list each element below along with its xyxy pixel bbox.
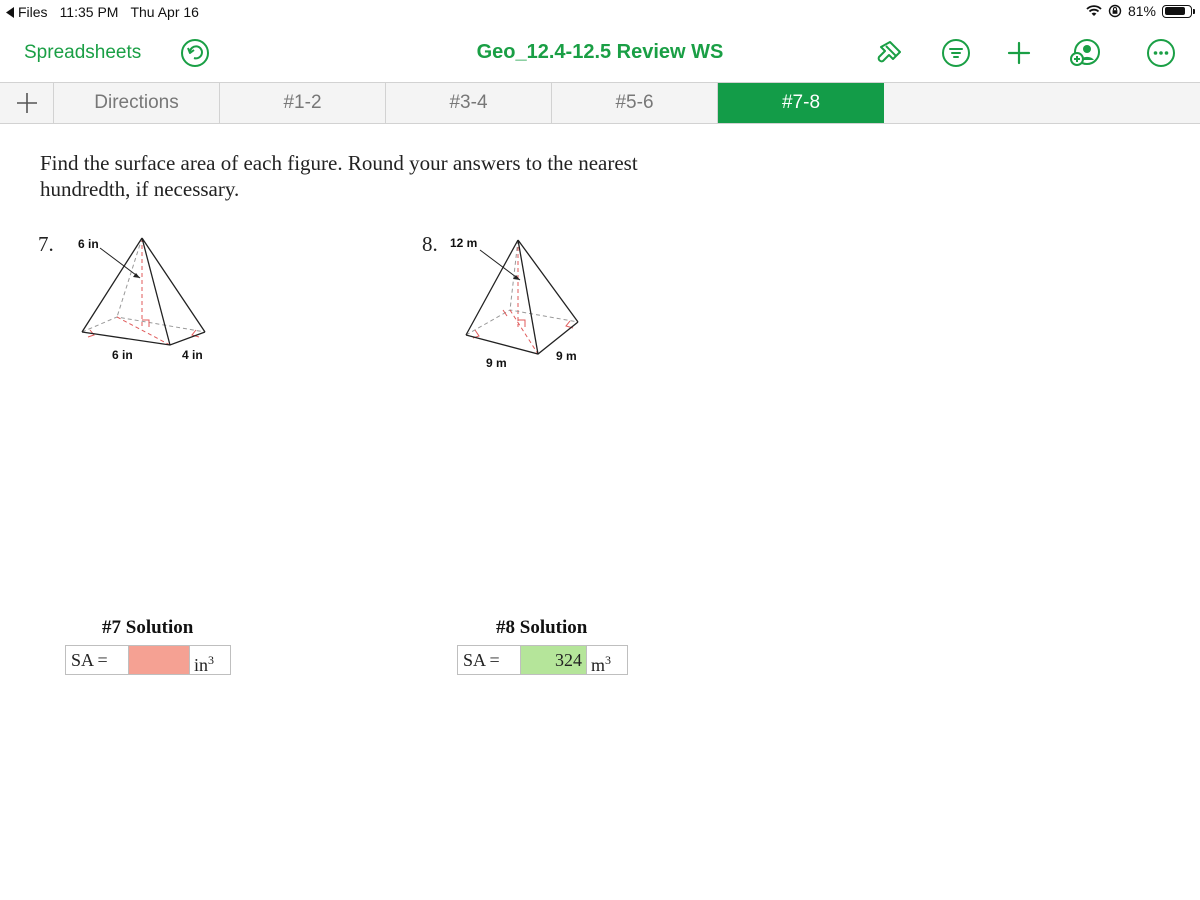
problem-7-unit: in (194, 655, 209, 675)
battery-icon (1162, 4, 1195, 18)
problem-8-pyramid-figure: 12 m 9 m 9 m (450, 236, 579, 370)
tab-1-2[interactable]: #1-2 (220, 83, 386, 123)
problem-8-sa-label[interactable]: SA = (457, 645, 521, 675)
tab-directions[interactable]: Directions (54, 83, 220, 123)
problem-7-answer-cell[interactable] (128, 645, 190, 675)
paintbrush-icon[interactable] (874, 38, 904, 68)
status-time: 11:35 PM (59, 4, 119, 20)
orientation-lock-icon (1108, 4, 1122, 18)
sheet-tab-bar: Directions #1-2 #3-4 #5-6 #7-8 (0, 82, 1200, 124)
problem-7-solution-table: SA = in3 (65, 645, 231, 675)
plus-icon[interactable] (1004, 38, 1034, 68)
problem-7-slant-label: 6 in (78, 237, 99, 251)
sheet-canvas: Find the surface area of each figure. Ro… (0, 124, 1200, 900)
problem-8-unit-cell[interactable]: m3 (586, 645, 628, 675)
collaborate-icon[interactable] (1070, 38, 1100, 68)
problem-8-slant-label: 12 m (450, 236, 477, 250)
problem-7-number: 7. (38, 232, 54, 256)
problem-7-pyramid-figure: 6 in 6 in 4 in (78, 237, 206, 362)
status-bar: Files 11:35 PM Thu Apr 16 81% (0, 0, 1200, 24)
problem-7-unit-cell[interactable]: in3 (189, 645, 231, 675)
tab-7-8[interactable]: #7-8 (718, 83, 884, 123)
filter-icon[interactable] (941, 38, 971, 68)
instructions-text: Find the surface area of each figure. Ro… (40, 151, 638, 201)
problem-8-base-side-label: 9 m (556, 349, 577, 363)
problem-7-unit-exponent: 3 (208, 653, 215, 667)
add-sheet-button[interactable] (0, 83, 54, 123)
more-icon[interactable] (1146, 38, 1176, 68)
spreadsheets-back-button[interactable]: Spreadsheets (24, 42, 141, 64)
back-to-app[interactable]: Files (6, 4, 48, 20)
problem-7-base-side-label: 4 in (182, 348, 203, 362)
problem-8-answer-cell[interactable]: 324 (520, 645, 587, 675)
tab-3-4[interactable]: #3-4 (386, 83, 552, 123)
problem-8-solution-title: #8 Solution (496, 617, 588, 638)
problem-8-solution-table: SA = 324 m3 (457, 645, 628, 675)
problem-7-sa-label[interactable]: SA = (65, 645, 129, 675)
problem-8-base-front-label: 9 m (486, 356, 507, 370)
tab-5-6[interactable]: #5-6 (552, 83, 718, 123)
battery-percent: 81% (1127, 3, 1156, 19)
problem-8-number: 8. (422, 232, 438, 256)
problem-8-unit-exponent: 3 (605, 653, 612, 667)
back-app-label: Files (18, 4, 48, 20)
wifi-icon (1086, 5, 1102, 16)
back-triangle-icon (6, 6, 14, 18)
problem-7-base-front-label: 6 in (112, 348, 133, 362)
status-date: Thu Apr 16 (130, 4, 199, 20)
add-sheet-icon (16, 93, 37, 113)
problem-8-unit: m (591, 655, 606, 675)
problem-7-solution-title: #7 Solution (102, 617, 194, 638)
toolbar: Spreadsheets Geo_12.4-12.5 Review WS (0, 26, 1200, 82)
undo-icon[interactable] (180, 38, 210, 68)
